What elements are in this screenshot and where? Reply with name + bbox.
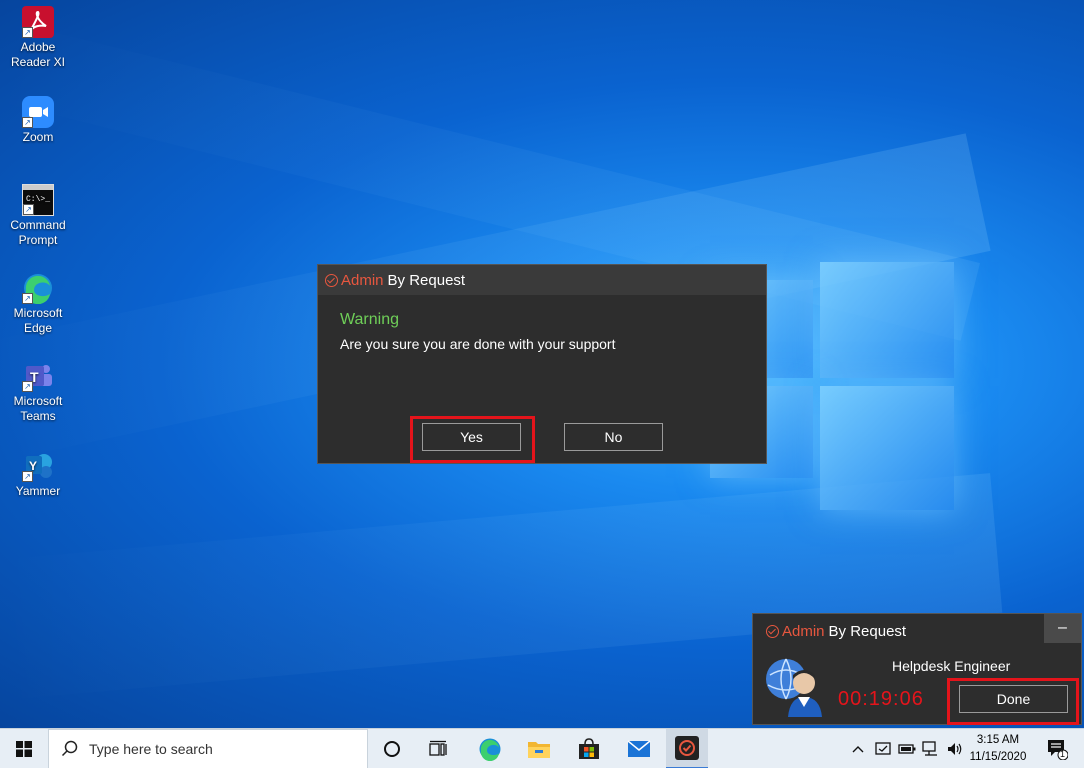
teams-icon: T ↗ [22,360,54,392]
brand-admin: Admin [782,623,825,640]
desktop-icon-adobe-reader[interactable]: ↗ Adobe Reader XI [4,6,72,70]
no-button[interactable]: No [564,423,663,451]
desktop-icon-label: Adobe Reader XI [10,40,66,69]
task-view-icon [429,740,447,756]
tray-app-icon[interactable] [872,729,894,768]
desktop-icon-yammer[interactable]: Y ↗ Yammer [4,450,72,499]
windows-logo-pane [820,262,954,378]
desktop-icon-label: Yammer [15,484,61,498]
search-placeholder: Type here to search [89,741,213,757]
role-label: Helpdesk Engineer [892,658,1011,674]
notification-count: 1 [1060,749,1066,759]
desktop-icon-zoom[interactable]: ↗ Zoom [4,96,72,145]
start-button[interactable] [0,729,48,768]
battery-icon [898,744,916,754]
task-view-button[interactable] [419,729,459,768]
widget-title: Admin By Request [766,623,906,640]
taskbar-file-explorer[interactable] [518,729,560,768]
taskbar: Type here to search 3:15 AM 11/15/2020 1 [0,728,1084,768]
svg-text:C:\>_: C:\>_ [26,195,50,204]
minimize-button[interactable]: – [1044,614,1081,643]
taskbar-search-box[interactable]: Type here to search [48,729,368,768]
session-timer: 00:19:06 [838,688,924,710]
check-circle-icon [325,273,338,287]
desktop-icon-label: Microsoft Teams [13,394,63,423]
yes-button[interactable]: Yes [422,423,521,451]
command-prompt-icon: C:\>_ ↗ [22,184,54,216]
clock-date: 11/15/2020 [969,751,1027,763]
brand-by-request: By Request [387,271,466,289]
zoom-icon: ↗ [22,96,54,128]
brand-admin: Admin [341,271,384,289]
windows-logo-pane [820,386,954,510]
admin-by-request-icon [675,736,699,760]
file-explorer-icon [528,742,550,758]
yammer-icon: Y ↗ [22,450,54,482]
edge-icon [479,738,501,761]
windows-start-icon [16,741,32,757]
mail-icon [627,740,651,757]
helpdesk-avatar-icon [764,655,826,717]
chevron-up-icon [852,746,864,753]
desktop-icon-label: Microsoft Edge [13,306,63,335]
tray-device-icon [875,742,891,755]
admin-by-request-widget: Admin By Request – Helpdesk Engineer 00:… [752,613,1082,725]
dialog-heading: Warning [340,311,399,328]
clock-time: 3:15 AM [976,734,1020,746]
desktop-icon-teams[interactable]: T ↗ Microsoft Teams [4,360,72,424]
taskbar-edge[interactable] [469,729,511,768]
edge-icon: ↗ [22,272,54,305]
volume-icon [948,743,962,755]
tray-battery[interactable] [896,729,918,768]
desktop-icon-label: Command Prompt [10,218,66,247]
desktop-icon-command-prompt[interactable]: C:\>_ ↗ Command Prompt [4,184,72,248]
action-center-button[interactable]: 1 [1036,729,1078,768]
show-hidden-icons-button[interactable] [848,729,868,768]
desktop-icon-edge[interactable]: ↗ Microsoft Edge [4,272,72,336]
done-button[interactable]: Done [959,685,1068,713]
cortana-circle-icon [384,741,400,757]
dialog-titlebar[interactable]: Admin By Request [318,265,766,295]
microsoft-store-icon [579,738,599,759]
adobe-reader-icon: ↗ [22,6,54,38]
cortana-button[interactable] [372,729,412,768]
search-icon [61,740,78,757]
brand-by-request: By Request [828,623,907,640]
desktop-icon-label: Zoom [22,130,54,144]
taskbar-mail[interactable] [618,729,660,768]
network-icon [922,741,937,756]
confirm-dialog: Admin By Request Warning Are you sure yo… [317,264,767,464]
tray-network[interactable] [920,729,942,768]
check-circle-icon [766,625,779,638]
taskbar-clock[interactable]: 3:15 AM 11/15/2020 [963,732,1033,766]
dialog-message: Are you sure you are done with your supp… [340,336,616,352]
taskbar-admin-by-request[interactable] [666,729,708,768]
taskbar-store[interactable] [568,729,610,768]
